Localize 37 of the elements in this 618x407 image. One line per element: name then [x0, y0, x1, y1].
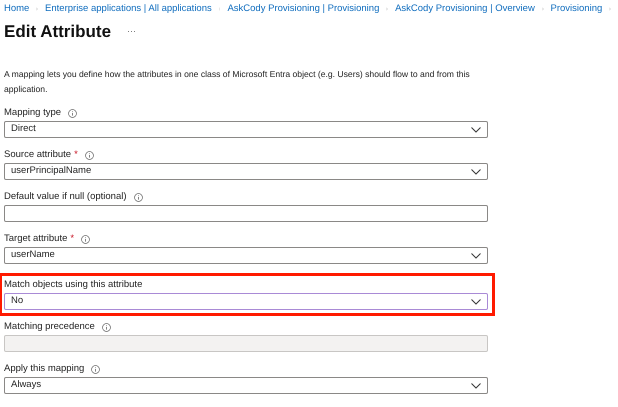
chevron-right-icon: [542, 5, 544, 13]
info-icon[interactable]: [81, 234, 90, 244]
chevron-right-icon: [386, 5, 388, 13]
more-button[interactable]: ···: [127, 25, 136, 39]
field-label: Mapping type: [4, 106, 62, 120]
breadcrumb-link[interactable]: AskCody Provisioning | Overview: [395, 2, 535, 16]
field-label: Target attribute: [4, 232, 68, 246]
info-icon[interactable]: [68, 108, 78, 118]
field-label: Source attribute: [4, 148, 72, 162]
info-icon[interactable]: [102, 322, 111, 332]
dropdown[interactable]: userPrincipalName: [4, 163, 488, 180]
input-field[interactable]: [4, 205, 488, 222]
info-icon[interactable]: [84, 150, 94, 160]
breadcrumb-link[interactable]: Home: [4, 2, 30, 16]
dropdown[interactable]: userName: [4, 247, 488, 264]
field-label: Match objects using this attribute: [4, 278, 142, 292]
breadcrumb-link[interactable]: AskCody Provisioning | Provisioning: [227, 2, 380, 16]
dropdown[interactable]: No: [4, 293, 488, 310]
required-mark: *: [74, 148, 78, 162]
chevron-down-icon: [471, 252, 481, 258]
breadcrumb-link[interactable]: Provisioning: [550, 2, 602, 16]
info-icon[interactable]: [91, 364, 100, 374]
info-icon[interactable]: [134, 192, 143, 202]
chevron-down-icon: [471, 298, 481, 304]
description-text: A mapping lets you define how the attributes in one class of Microsoft Entra object (e.g. Users) should flow to and from this application.: [3, 68, 471, 96]
dropdown[interactable]: Always: [4, 377, 488, 394]
chevron-right-icon: [36, 5, 38, 13]
page-title: Edit Attribute: [4, 21, 112, 44]
breadcrumb-link[interactable]: Enterprise applications | All applications: [45, 2, 212, 16]
chevron-down-icon: [471, 126, 481, 132]
chevron-down-icon: [471, 382, 481, 388]
field-label: Apply this mapping: [4, 362, 84, 376]
required-mark: *: [70, 232, 74, 246]
dropdown[interactable]: Direct: [4, 121, 488, 138]
field-label: Matching precedence: [4, 320, 95, 334]
chevron-down-icon: [471, 168, 481, 174]
field-label: Default value if null (optional): [4, 190, 127, 204]
